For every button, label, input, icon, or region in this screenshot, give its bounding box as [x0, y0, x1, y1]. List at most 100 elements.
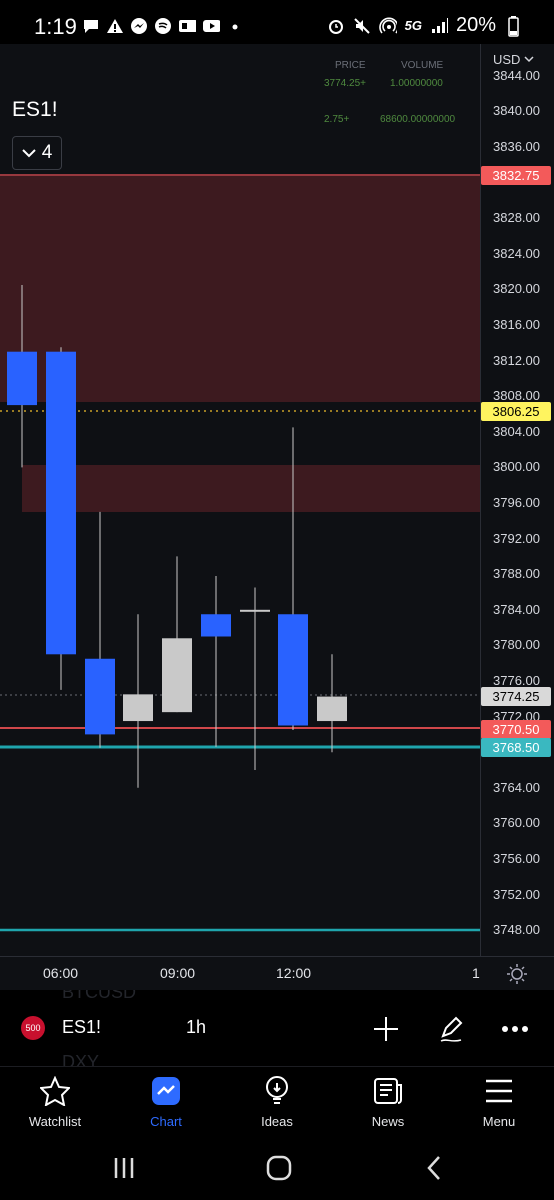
price-tick-label: 3824.00	[493, 245, 540, 261]
candle-body	[240, 609, 270, 612]
battery-icon	[504, 15, 522, 37]
price-tick-label: 3836.00	[493, 139, 540, 154]
price-tick-label: 3760.00	[493, 815, 540, 831]
resistance-zone-lower	[22, 465, 480, 512]
add-indicator-button[interactable]	[369, 1012, 403, 1046]
ghost-symbol-bottom: DXY	[62, 1052, 100, 1066]
symbol-toolbar: BTCUSD DXY 500 ES1! 1h	[0, 990, 554, 1066]
time-label: 1	[472, 965, 480, 981]
price-tick-label: 3752.00	[493, 886, 540, 902]
system-nav-bar	[0, 1136, 554, 1200]
youtube-icon	[202, 17, 220, 35]
candlestick-chart	[0, 174, 480, 932]
price-header: PRICE	[335, 60, 366, 71]
candle-body	[85, 658, 115, 735]
chevron-down-icon	[524, 56, 534, 63]
row1-price: 3774.25+	[324, 78, 366, 89]
nav-news[interactable]: News	[333, 1073, 443, 1135]
battery-percent: 20%	[455, 14, 496, 36]
notification-icons	[82, 16, 244, 36]
volume-header: VOLUME	[401, 60, 444, 71]
candle-body	[162, 638, 192, 713]
price-tick-label: 3792.00	[493, 530, 540, 546]
hotspot-icon	[378, 17, 397, 35]
warning-icon	[106, 17, 124, 35]
candle-body	[123, 694, 153, 722]
recent-apps-icon	[114, 1158, 134, 1178]
price-tag-zone-top: 3832.75	[481, 166, 551, 185]
price-tick-label: 3828.00	[493, 210, 540, 226]
row1-volume: 1.00000000	[390, 78, 443, 89]
candle-body	[278, 614, 308, 726]
mute-icon	[353, 17, 371, 35]
price-tag-teal-line: 3768.50	[481, 738, 551, 757]
interval-button[interactable]: 1h	[186, 1017, 206, 1038]
pen-icon	[440, 1016, 463, 1042]
back-icon	[427, 1156, 440, 1180]
spotify-icon	[154, 17, 172, 35]
chart-icon	[150, 1075, 182, 1107]
ghost-symbol-top: BTCUSD	[62, 990, 137, 1002]
candle-body	[46, 351, 76, 655]
row2-volume: 68600.00000000	[380, 114, 456, 125]
price-tick-label: 3812.00	[493, 352, 540, 368]
row2-price: 2.75+	[324, 114, 350, 125]
nav-label: News	[371, 1114, 405, 1129]
candle-body	[201, 614, 231, 637]
bottom-nav: Watchlist Chart Ideas News Menu	[0, 1066, 554, 1137]
indicator-collapse-button[interactable]: 4	[12, 136, 62, 170]
home-button[interactable]	[259, 1152, 299, 1184]
price-tick-label: 3816.00	[493, 317, 540, 332]
lightbulb-icon	[261, 1075, 293, 1107]
price-tick-label: 3796.00	[493, 495, 540, 510]
symbol-search-button[interactable]: ES1!	[62, 1017, 101, 1038]
price-tick-label: 3756.00	[493, 851, 540, 866]
back-button[interactable]	[414, 1152, 454, 1184]
time-axis[interactable]: 06:00 09:00 12:00 1	[0, 956, 554, 991]
dot-icon	[226, 17, 244, 35]
nav-label: Watchlist	[28, 1114, 82, 1129]
time-label: 12:00	[276, 965, 312, 981]
price-axis[interactable]: USD 3844.00 3840.00 3836.00 3828.00 3824.00 3…	[480, 44, 554, 956]
price-tick-label: 3784.00	[493, 601, 540, 617]
candle-body	[317, 696, 347, 722]
candle-body	[7, 351, 37, 406]
price-tick-label: 3820.00	[493, 281, 540, 297]
price-tick-label: 3748.00	[493, 922, 540, 938]
chart-settings-button[interactable]	[506, 963, 528, 990]
more-options-button[interactable]	[498, 1012, 532, 1046]
price-tick-label: 3764.00	[493, 779, 540, 795]
nav-chart[interactable]: Chart	[111, 1073, 221, 1135]
nav-label: Chart	[150, 1114, 182, 1129]
nav-watchlist[interactable]: Watchlist	[0, 1073, 110, 1135]
price-tick-label: 3780.00	[493, 637, 540, 653]
chart-symbol-title: ES1!	[12, 98, 58, 121]
nav-label: Ideas	[261, 1114, 293, 1129]
price-tick-label: 3844.00	[493, 67, 540, 83]
recent-apps-button[interactable]	[104, 1152, 144, 1184]
price-tick-label: 3804.00	[493, 423, 540, 439]
currency-selector[interactable]: USD	[493, 52, 534, 67]
price-tag-red-line: 3770.50	[481, 720, 551, 739]
status-time: 1:19	[34, 14, 77, 39]
nav-menu[interactable]: Menu	[444, 1073, 554, 1135]
time-label: 06:00	[43, 965, 79, 981]
symbol-badge: 500	[21, 1016, 45, 1040]
chart-canvas[interactable]: ES1! 4 PRICE VOLUME 3774.25+ 1.00000000 …	[0, 44, 480, 956]
star-icon	[39, 1075, 71, 1107]
plus-icon	[374, 1017, 398, 1041]
drawing-tools-button[interactable]	[435, 1012, 469, 1046]
indicator-count: 4	[41, 142, 53, 163]
app-icon	[178, 17, 196, 35]
price-tick-label: 3808.00	[493, 388, 540, 404]
hamburger-icon	[483, 1075, 515, 1107]
message-icon	[82, 17, 100, 35]
more-horizontal-icon	[502, 1026, 528, 1032]
nav-label: Menu	[482, 1114, 516, 1129]
alarm-icon	[327, 17, 345, 35]
nav-ideas[interactable]: Ideas	[222, 1073, 332, 1135]
network-label: 5G	[404, 18, 422, 33]
home-icon	[266, 1155, 292, 1181]
status-right: 5G 20%	[327, 14, 522, 37]
price-tick-label: 3776.00	[493, 673, 540, 688]
